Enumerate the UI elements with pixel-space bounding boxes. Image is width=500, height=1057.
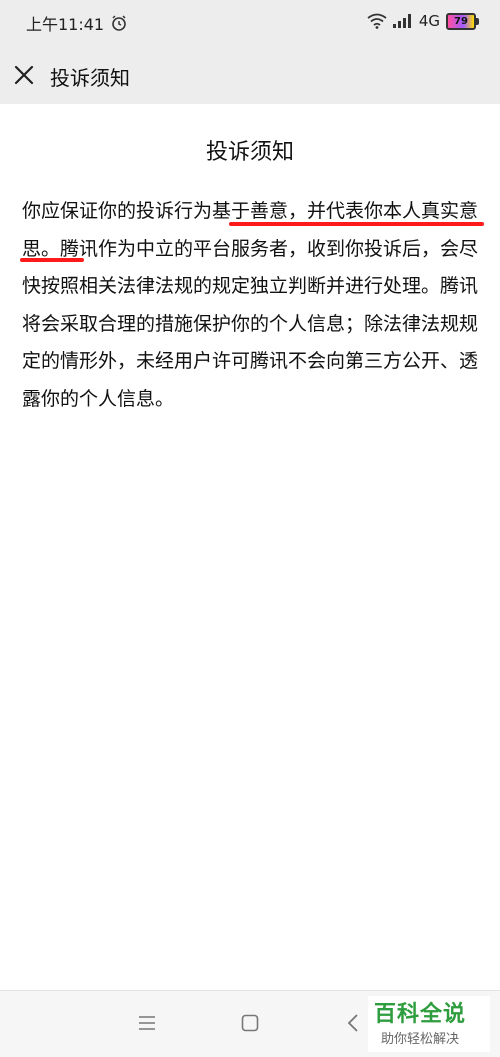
status-bar: 上午11:41 4G 79 xyxy=(0,0,500,46)
battery-icon: 79 xyxy=(446,12,479,30)
nav-bar: 投诉须知 xyxy=(0,46,500,104)
wifi-icon xyxy=(367,13,387,29)
menu-icon[interactable] xyxy=(138,1014,156,1032)
notice-title: 投诉须知 xyxy=(205,140,294,165)
page-title: 投诉须知 xyxy=(50,66,130,90)
status-indicators: 4G 79 xyxy=(367,12,479,30)
alarm-icon xyxy=(112,15,126,31)
signal-icon xyxy=(392,14,411,28)
close-icon[interactable] xyxy=(12,63,36,87)
network-type: 4G xyxy=(418,12,440,30)
status-time: 上午11:41 xyxy=(26,15,105,34)
highlight-underline-1 xyxy=(229,222,484,226)
highlight-underline-2 xyxy=(20,258,84,262)
notice-paragraph: 你应保证你的投诉行为基于善意，并代表你本人真实意思。腾讯作为中立的平台服务者，收… xyxy=(22,200,479,410)
battery-level: 79 xyxy=(454,15,468,27)
back-icon[interactable] xyxy=(346,1013,360,1033)
watermark-title: 百科全说 xyxy=(374,1002,467,1027)
watermark-logo: 百科全说 助你轻松解决 xyxy=(368,996,490,1052)
watermark-subtitle: 助你轻松解决 xyxy=(381,1032,460,1047)
home-icon[interactable] xyxy=(241,1014,259,1032)
